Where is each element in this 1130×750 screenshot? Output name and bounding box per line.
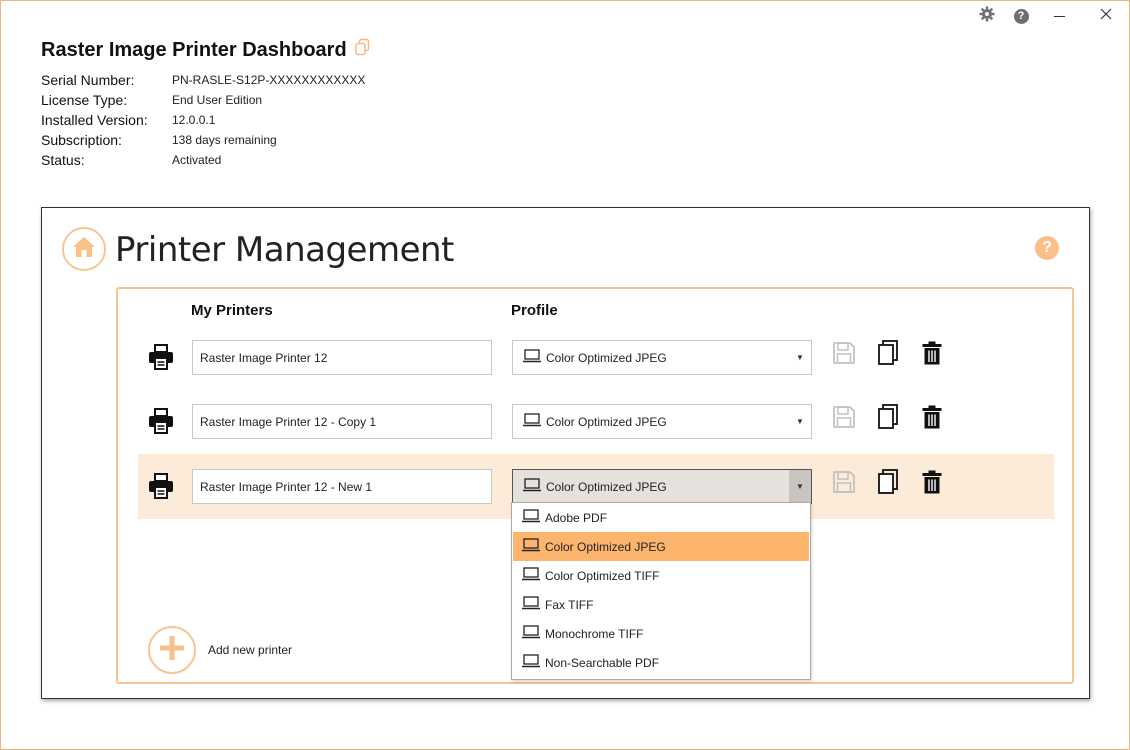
info-label: Status: [41,152,85,168]
monitor-icon [522,538,540,555]
save-button[interactable] [830,404,858,434]
gear-icon [979,6,995,27]
minimize-button[interactable] [1045,4,1073,28]
copy-icon [877,403,899,435]
profile-value: Color Optimized JPEG [546,414,667,429]
printer-icon [148,344,174,375]
profile-value: Color Optimized JPEG [546,479,667,494]
printer-name-input[interactable] [192,469,492,504]
monitor-icon [523,478,541,495]
col-header-my-printers: My Printers [191,302,273,319]
serial-number-value: PN-RASLE-S12P-XXXXXXXXXXXX [172,73,366,87]
delete-button[interactable] [918,469,946,499]
save-icon [832,341,856,370]
trash-icon [922,405,942,434]
info-label: License Type: [41,92,128,108]
copy-icon [354,38,372,62]
monitor-icon [522,567,540,584]
trash-icon [922,470,942,499]
option-label: Monochrome TIFF [545,626,644,641]
trash-icon [922,341,942,370]
license-type-value: End User Edition [172,93,263,107]
printer-row: Color Optimized JPEG ▼ [138,325,1054,390]
home-icon [72,236,96,263]
status-value: Activated [172,153,222,167]
dropdown-option[interactable]: Color Optimized TIFF [513,561,809,590]
chevron-down-icon: ▼ [796,353,804,362]
settings-button[interactable] [973,4,1001,28]
close-button[interactable] [1092,4,1120,28]
printer-icon [148,408,174,439]
save-icon [832,470,856,499]
minimize-icon [1053,15,1065,17]
info-row-version: Installed Version: 12.0.0.1 [41,110,365,130]
info-row-serial: Serial Number: PN-RASLE-S12P-XXXXXXXXXXX… [41,70,365,90]
add-printer-label[interactable]: Add new printer [208,643,292,657]
duplicate-button[interactable] [874,468,902,500]
save-icon [832,405,856,434]
profile-dropdown[interactable]: Color Optimized JPEG ▼ [512,404,812,439]
chevron-down-icon: ▼ [796,417,804,426]
subscription-value: 138 days remaining [172,133,277,147]
printer-row: Color Optimized JPEG ▼ [138,389,1054,454]
dropdown-option[interactable]: Fax TIFF [513,590,809,619]
duplicate-button[interactable] [874,339,902,371]
page-title: Printer Management [115,230,454,270]
monitor-icon [522,654,540,671]
info-label: Serial Number: [41,72,135,88]
help-button[interactable]: ? [1007,4,1035,28]
dropdown-option[interactable]: Non-Searchable PDF [513,648,809,677]
info-row-status: Status: Activated [41,150,365,170]
dropdown-option[interactable]: Monochrome TIFF [513,619,809,648]
dropdown-option-selected[interactable]: Color Optimized JPEG [513,532,809,561]
col-header-profile: Profile [511,302,558,319]
save-button[interactable] [830,340,858,370]
profile-dropdown-list: Adobe PDF Color Optimized JPEG Color Opt… [511,502,811,680]
option-label: Color Optimized JPEG [545,539,666,554]
help-icon: ? [1013,8,1029,24]
profile-dropdown[interactable]: Color Optimized JPEG ▼ [512,340,812,375]
home-button[interactable] [62,227,106,271]
close-icon [1100,7,1112,25]
chevron-down-icon: ▼ [789,470,811,503]
option-label: Adobe PDF [545,510,608,525]
option-label: Color Optimized TIFF [545,568,660,583]
copy-serial-button[interactable] [354,38,372,63]
installed-version-value: 12.0.0.1 [172,113,216,127]
duplicate-button[interactable] [874,403,902,435]
monitor-icon [522,509,540,526]
profile-dropdown-open[interactable]: Color Optimized JPEG ▼ [512,469,812,504]
info-label: Installed Version: [41,112,148,128]
printer-icon [148,473,174,504]
copy-icon [877,468,899,500]
printer-name-input[interactable] [192,404,492,439]
printer-name-input[interactable] [192,340,492,375]
add-printer-button[interactable] [148,626,196,674]
option-label: Non-Searchable PDF [545,655,660,670]
license-info: Serial Number: PN-RASLE-S12P-XXXXXXXXXXX… [41,70,365,170]
info-label: Subscription: [41,132,122,148]
plus-icon [159,635,185,666]
help-icon: ? [1042,239,1052,256]
profile-value: Color Optimized JPEG [546,350,667,365]
dropdown-option[interactable]: Adobe PDF [513,503,809,532]
monitor-icon [522,625,540,642]
panel-help-button[interactable]: ? [1035,236,1059,260]
copy-icon [877,339,899,371]
option-label: Fax TIFF [545,597,594,612]
app-title: Raster Image Printer Dashboard [41,39,347,61]
monitor-icon [522,596,540,613]
save-button[interactable] [830,469,858,499]
info-row-subscription: Subscription: 138 days remaining [41,130,365,150]
monitor-icon [523,413,541,430]
delete-button[interactable] [918,340,946,370]
info-row-license: License Type: End User Edition [41,90,365,110]
monitor-icon [523,349,541,366]
delete-button[interactable] [918,404,946,434]
